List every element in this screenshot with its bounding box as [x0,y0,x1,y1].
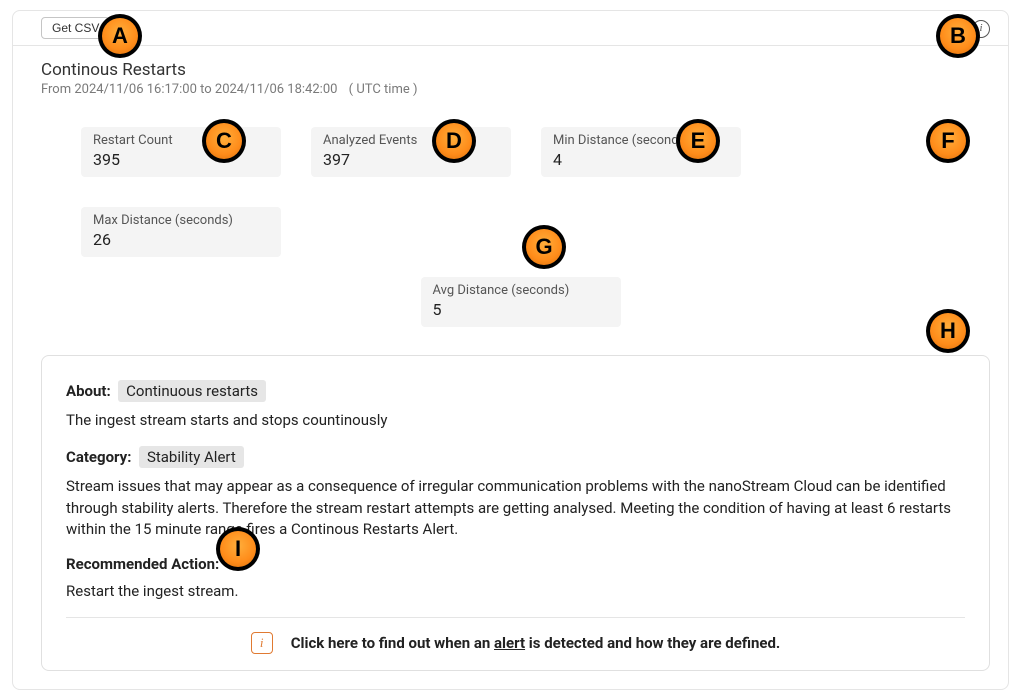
stat-label: Avg Distance (seconds) [433,283,609,298]
recommended-text: Restart the ingest stream. [66,581,965,603]
utc-note: ( UTC time ) [349,82,418,97]
recommended-label: Recommended Action: [66,555,965,573]
stat-value: 5 [433,300,609,319]
about-section: About: Continuous restarts The ingest st… [66,380,965,432]
alert-text-pre: Click here to find out when an [291,634,494,652]
category-label: Category: [66,448,131,466]
alert-help-text: Click here to find out when an alert is … [291,634,781,652]
category-tag: Stability Alert [139,446,244,468]
about-tag: Continuous restarts [118,380,266,402]
card-body: Continous Restarts From 2024/11/06 16:17… [13,46,1008,689]
date-sep: to [197,82,215,97]
date-from-prefix: From [41,82,74,97]
alert-text-underlined: alert [494,634,525,652]
stat-label: Max Distance (seconds) [93,213,269,228]
about-box: About: Continuous restarts The ingest st… [41,355,990,671]
annotation-badge-b: B [936,14,980,58]
stat-avg-distance: Avg Distance (seconds) 5 [421,277,621,327]
annotation-badge-h: H [926,309,970,353]
annotation-badge-i: I [216,527,260,571]
stat-value: 26 [93,230,269,249]
continuous-restarts-card: Get CSV i Continous Restarts From 2024/1… [12,10,1009,690]
about-label: About: [66,382,111,400]
category-section: Category: Stability Alert Stream issues … [66,446,965,541]
card-header: Get CSV i [13,11,1008,46]
annotation-badge-c: C [202,119,246,163]
annotation-badge-f: F [926,119,970,163]
recommended-section: Recommended Action: Restart the ingest s… [66,555,965,603]
page-title: Continous Restarts [41,60,990,80]
stats-row-2: Avg Distance (seconds) 5 [81,277,960,327]
stat-analyzed-events: Analyzed Events 397 [311,127,511,177]
date-to: 2024/11/06 18:42:00 [215,82,338,97]
annotation-badge-a: A [98,14,142,58]
annotation-badge-e: E [676,119,720,163]
about-text: The ingest stream starts and stops count… [66,410,965,432]
date-from: 2024/11/06 16:17:00 [74,82,197,97]
alert-help-line[interactable]: i Click here to find out when an alert i… [66,617,965,654]
annotation-badge-g: G [522,225,566,269]
stat-restart-count: Restart Count 395 [81,127,281,177]
annotation-badge-d: D [432,119,476,163]
date-range: From 2024/11/06 16:17:00 to 2024/11/06 1… [41,82,990,97]
stat-value: 395 [93,150,269,169]
alert-icon: i [251,632,273,654]
stat-value: 397 [323,150,499,169]
alert-text-post: is detected and how they are defined. [525,634,780,652]
category-text: Stream issues that may appear as a conse… [66,476,965,541]
stat-max-distance: Max Distance (seconds) 26 [81,207,281,257]
